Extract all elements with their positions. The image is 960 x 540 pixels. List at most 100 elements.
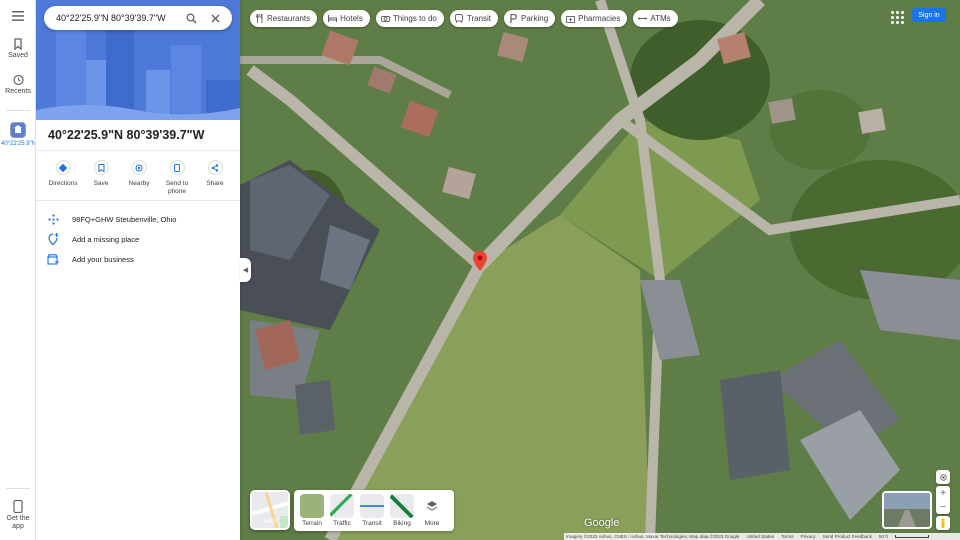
directions-icon — [59, 163, 67, 172]
zoom-out-button[interactable]: − — [936, 500, 950, 514]
google-logo: Google — [584, 517, 620, 529]
add-location-icon — [46, 232, 60, 246]
nearby-label: Nearby — [128, 180, 150, 187]
directions-icon-wrap — [55, 160, 71, 175]
save-button[interactable]: Save — [82, 160, 120, 196]
rail-divider — [6, 488, 30, 489]
phone-icon — [174, 163, 180, 172]
chip-label: Restaurants — [267, 14, 311, 23]
privacy-link[interactable]: Privacy — [801, 534, 816, 539]
hotel-icon — [328, 14, 338, 23]
chip-pharmacies[interactable]: Pharmacies — [561, 10, 628, 27]
map-footer: Imagery ©2023 Airbus, CNES / Airbus, Max… — [564, 533, 960, 540]
plus-code-icon — [46, 212, 60, 226]
terms-link[interactable]: Terms — [781, 534, 794, 539]
recent-place-thumbnail — [10, 122, 26, 138]
chevron-left-icon: ◀ — [242, 267, 249, 274]
chip-parking[interactable]: Parking — [504, 10, 556, 27]
get-app-button[interactable]: Get the app — [0, 500, 36, 531]
layer-traffic[interactable]: Traffic — [330, 494, 354, 527]
plus-code-row[interactable]: 98FQ+GHW Steubenville, Ohio — [46, 212, 176, 226]
place-actions: Directions Save Nearby Send to phone Sha… — [44, 160, 234, 196]
sign-in-button[interactable]: Sign in — [912, 8, 946, 22]
chip-label: ATMs — [650, 14, 671, 23]
zoom-in-button[interactable]: + — [936, 486, 950, 500]
panel-divider — [36, 200, 240, 201]
layer-label: More — [424, 520, 440, 527]
menu-button[interactable] — [0, 10, 36, 24]
chip-transit[interactable]: Transit — [449, 10, 499, 27]
left-rail: Saved Recents 40°22'25.9"N... Get the ap… — [0, 0, 36, 540]
chip-atms[interactable]: ATMs — [633, 10, 678, 27]
layer-biking[interactable]: Biking — [390, 494, 414, 527]
location-pin-icon[interactable] — [473, 251, 487, 271]
chip-label: Parking — [521, 14, 549, 23]
apps-dot — [891, 16, 894, 19]
zoom-control: + − — [936, 486, 950, 514]
search-icon — [185, 12, 196, 23]
country-link[interactable]: United States — [746, 534, 774, 539]
street-view-thumbnail[interactable] — [882, 491, 932, 529]
minus-icon: − — [940, 501, 946, 513]
traffic-thumbnail — [330, 494, 354, 518]
send-icon-wrap — [169, 160, 185, 175]
get-app-label: Get the app — [6, 515, 30, 530]
nearby-button[interactable]: Nearby — [120, 160, 158, 196]
chip-restaurants[interactable]: Restaurants — [250, 10, 318, 27]
send-to-phone-button[interactable]: Send to phone — [158, 160, 196, 196]
my-location-button[interactable] — [936, 470, 950, 484]
bookmark-icon — [14, 38, 22, 50]
clear-search-button[interactable] — [206, 9, 224, 27]
layer-label: Biking — [393, 520, 411, 527]
search-input[interactable] — [56, 13, 176, 23]
scale-bar — [894, 535, 929, 538]
scale-label[interactable]: 50 ft — [879, 534, 888, 539]
plus-icon: + — [940, 487, 946, 499]
saved-label: Saved — [8, 52, 28, 59]
nearby-icon-wrap — [131, 160, 147, 175]
apps-dot — [901, 21, 904, 24]
add-business-row[interactable]: Add your business — [46, 252, 134, 266]
saved-button[interactable]: Saved — [0, 38, 36, 59]
history-icon — [13, 74, 24, 86]
close-icon — [211, 14, 219, 22]
layers-panel: Terrain Traffic Transit Biking More — [294, 490, 454, 531]
recents-button[interactable]: Recents — [0, 74, 36, 95]
layer-label: Terrain — [302, 520, 322, 527]
send-to-phone-label: Send to phone — [165, 180, 189, 195]
add-business-icon — [46, 252, 60, 266]
recent-place-label: 40°22'25.9"N... — [1, 141, 35, 147]
layer-transit[interactable]: Transit — [360, 494, 384, 527]
add-missing-place-text: Add a missing place — [72, 234, 140, 244]
atm-icon — [638, 14, 648, 23]
apps-dot — [901, 11, 904, 14]
pegman-icon — [941, 518, 945, 528]
layers-toggle-button[interactable]: Map — [250, 490, 290, 530]
panel-divider — [36, 150, 240, 151]
directions-button[interactable]: Directions — [44, 160, 82, 196]
share-button[interactable]: Share — [196, 160, 234, 196]
recent-place-item[interactable]: 40°22'25.9"N... — [0, 122, 36, 156]
category-chips: Restaurants Hotels Things to do Transit … — [250, 10, 678, 27]
collapse-panel-button[interactable]: ◀ — [240, 258, 251, 282]
biking-thumbnail — [390, 494, 414, 518]
google-apps-button[interactable] — [888, 8, 904, 24]
layer-terrain[interactable]: Terrain — [300, 494, 324, 527]
directions-label: Directions — [48, 180, 78, 187]
chip-label: Hotels — [340, 14, 363, 23]
layer-more[interactable]: More — [420, 494, 444, 527]
add-missing-place-row[interactable]: Add a missing place — [46, 232, 139, 246]
share-icon-wrap — [207, 160, 223, 175]
phone-icon — [13, 500, 23, 513]
add-business-text: Add your business — [72, 254, 134, 264]
feedback-link[interactable]: Send Product Feedback — [823, 534, 872, 539]
chip-hotels[interactable]: Hotels — [323, 10, 370, 27]
apps-dot — [896, 21, 899, 24]
search-box[interactable] — [44, 6, 232, 30]
layer-label: Traffic — [333, 520, 351, 527]
share-label: Share — [206, 180, 224, 187]
search-button[interactable] — [182, 9, 200, 27]
pegman-button[interactable] — [936, 516, 950, 530]
chip-things-to-do[interactable]: Things to do — [375, 10, 444, 27]
parking-icon — [509, 14, 518, 23]
